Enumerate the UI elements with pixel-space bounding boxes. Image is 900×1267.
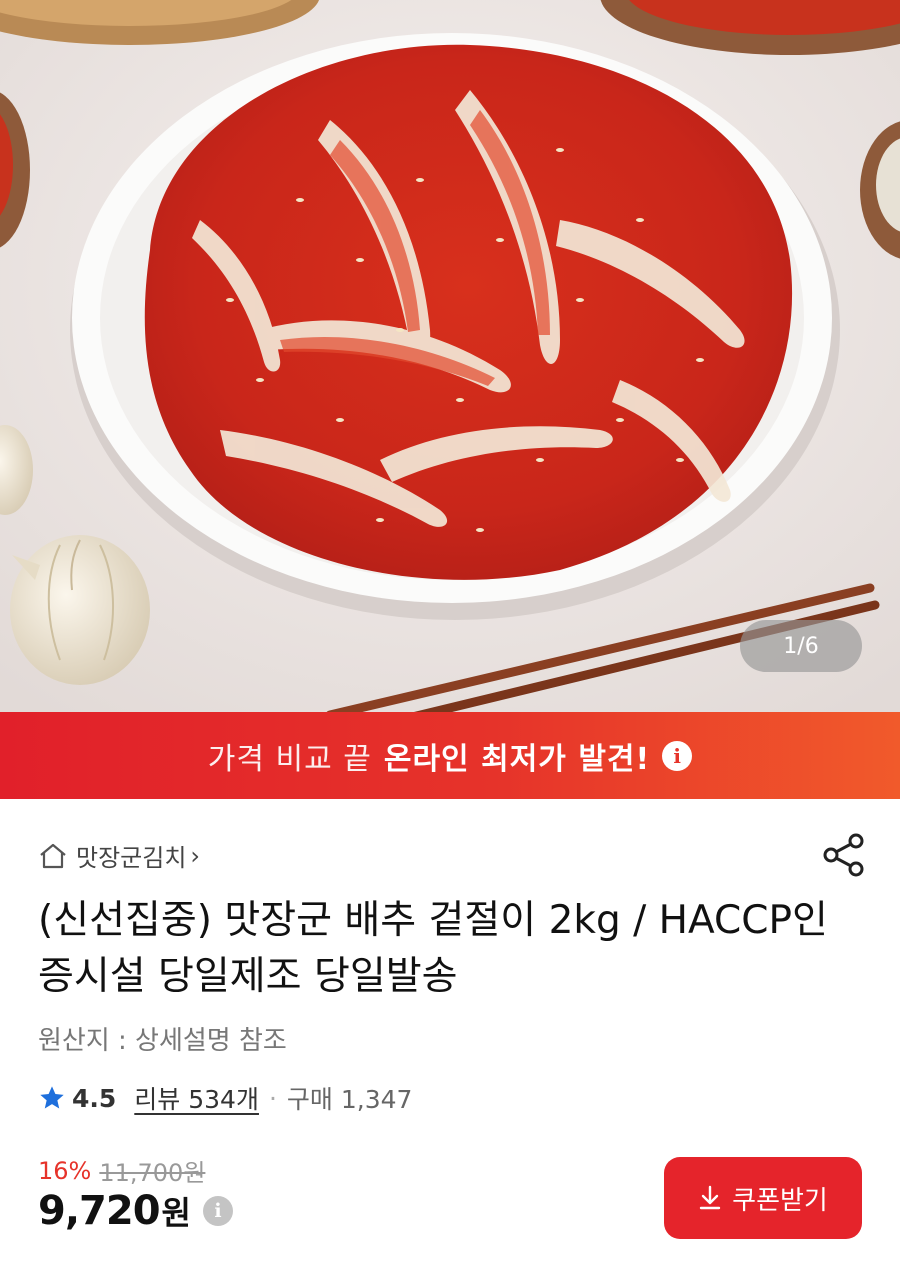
discount-row: 16% 11,700원: [38, 1153, 205, 1188]
coupon-label: 쿠폰받기: [732, 1185, 828, 1216]
product-title: (신선집중) 맛장군 배추 겉절이 2kg / HACCP인증시설 당일제조 당…: [38, 898, 828, 999]
home-icon: [40, 843, 66, 868]
discount-percent: 16%: [38, 1156, 92, 1185]
reviews-link[interactable]: 리뷰 534개: [134, 1080, 259, 1116]
currency-unit: 원: [161, 1194, 191, 1232]
info-icon[interactable]: i: [662, 740, 693, 771]
rating-row: 4.5 리뷰 534개 · 구매 1,347: [38, 1080, 412, 1116]
origin-text: 원산지 : 상세설명 참조: [38, 1026, 287, 1056]
store-link[interactable]: 맛장군김치 ›: [38, 838, 200, 873]
get-coupon-button[interactable]: 쿠폰받기: [664, 1157, 862, 1239]
rating-score: 4.5: [72, 1083, 117, 1113]
download-icon: [699, 1185, 721, 1210]
current-price: 9,720: [38, 1188, 161, 1234]
chevron-right-icon: ›: [190, 841, 201, 870]
product-image-carousel[interactable]: 1/6: [0, 0, 900, 712]
share-icon[interactable]: [822, 832, 866, 878]
separator-dot: ·: [268, 1083, 277, 1113]
store-name: 맛장군김치: [76, 844, 187, 872]
banner-lead-text: 가격 비교 끝: [207, 741, 372, 777]
lowest-price-banner[interactable]: 가격 비교 끝 온라인 최저가 발견! i: [0, 712, 900, 799]
price-row: 9,720 원 i: [38, 1188, 233, 1234]
star-icon: [40, 1086, 64, 1109]
image-counter: 1/6: [740, 620, 862, 672]
kimchi-plate-photo: [0, 0, 900, 712]
original-price: 11,700원: [99, 1159, 206, 1187]
price-info-icon[interactable]: i: [202, 1196, 233, 1226]
banner-strong-text: 온라인 최저가 발견!: [383, 741, 651, 777]
purchase-count: 구매 1,347: [286, 1085, 413, 1114]
